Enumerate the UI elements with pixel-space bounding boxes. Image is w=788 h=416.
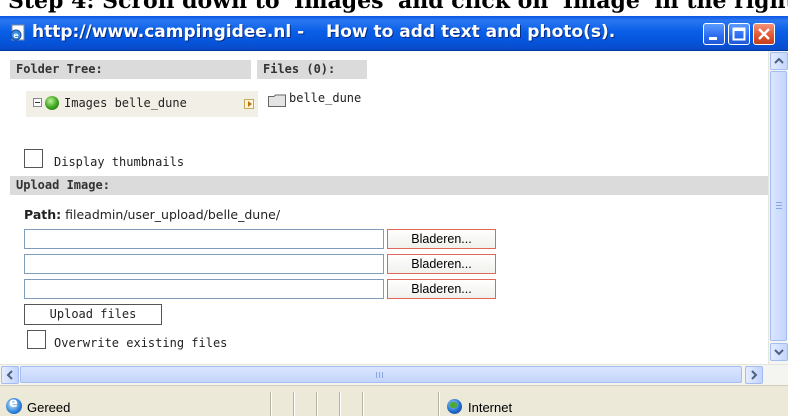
- status-text: Gereed: [27, 400, 71, 415]
- overwrite-checkbox[interactable]: [27, 330, 46, 349]
- browse-button-1[interactable]: Bladeren...: [387, 229, 496, 249]
- expand-arrow-icon[interactable]: [244, 99, 254, 109]
- chevron-down-icon: [774, 349, 784, 356]
- grip-line-icon: [376, 372, 377, 378]
- overwrite-label: Overwrite existing files: [54, 336, 228, 350]
- collapse-icon[interactable]: [33, 98, 42, 107]
- folder-icon[interactable]: [268, 94, 286, 107]
- tree-root-label[interactable]: Images belle_dune: [64, 96, 187, 110]
- folder-tree-header: Folder Tree:: [10, 60, 251, 79]
- chevron-left-icon: [6, 370, 13, 380]
- path-label: Path:: [24, 207, 62, 222]
- close-button[interactable]: [753, 23, 775, 45]
- chevron-up-icon: [774, 57, 784, 64]
- page-heading-text: Step 4: Scroll down to 'Images' and clic…: [8, 0, 788, 14]
- display-thumbnails-label: Display thumbnails: [54, 155, 185, 169]
- horizontal-scroll-thumb[interactable]: [20, 366, 742, 383]
- file-input-3[interactable]: [24, 279, 384, 299]
- browse-button-2[interactable]: Bladeren...: [387, 254, 496, 274]
- status-divider: [270, 392, 271, 416]
- grip-line-icon: [776, 202, 782, 203]
- window-title: http://www.campingidee.nl -: [32, 22, 305, 42]
- folder-label[interactable]: belle_dune: [289, 91, 361, 105]
- dialog-content: Folder Tree: Files (0): Images belle_dun…: [10, 51, 768, 364]
- vertical-scrollbar[interactable]: [768, 51, 788, 364]
- close-icon: [758, 28, 770, 40]
- display-thumbnails-checkbox[interactable]: [24, 149, 43, 168]
- grip-line-icon: [776, 208, 782, 209]
- upload-files-button[interactable]: Upload files: [24, 304, 162, 325]
- upload-path: Path: fileadmin/user_upload/belle_dune/: [24, 207, 280, 222]
- ie-icon: [6, 396, 22, 414]
- scroll-down-button[interactable]: [770, 343, 788, 361]
- vertical-scroll-thumb[interactable]: [770, 71, 787, 341]
- scroll-right-button[interactable]: [745, 366, 763, 384]
- minimize-button[interactable]: [703, 23, 725, 45]
- internet-zone-icon: [447, 399, 462, 414]
- status-divider: [293, 392, 294, 416]
- path-value: fileadmin/user_upload/belle_dune/: [65, 207, 281, 222]
- status-divider: [316, 392, 317, 416]
- scroll-left-button[interactable]: [1, 366, 19, 384]
- status-divider: [362, 392, 363, 416]
- page-heading-fragment: Step 4: Scroll down to 'Images' and clic…: [0, 0, 788, 16]
- tree-root-item[interactable]: Images belle_dune: [26, 91, 258, 117]
- svg-text:e: e: [13, 31, 19, 40]
- window-titlebar[interactable]: e http://www.campingidee.nl - How to add…: [0, 16, 788, 51]
- files-header: Files (0):: [257, 60, 367, 79]
- zone-text: Internet: [468, 400, 513, 415]
- file-input-1[interactable]: [24, 229, 384, 249]
- status-bar: Gereed Internet: [0, 385, 788, 416]
- window-subtitle: How to add text and photo(s).: [326, 22, 616, 42]
- grip-line-icon: [382, 372, 383, 378]
- ie-page-icon: e: [10, 24, 25, 41]
- globe-icon: [45, 96, 59, 110]
- status-divider: [438, 392, 439, 416]
- scroll-up-button[interactable]: [770, 52, 788, 70]
- grip-line-icon: [776, 205, 782, 206]
- maximize-icon: [732, 27, 746, 41]
- status-divider: [339, 392, 340, 416]
- minimize-icon: [709, 37, 717, 40]
- horizontal-scrollbar[interactable]: [0, 364, 788, 385]
- browse-button-3[interactable]: Bladeren...: [387, 279, 496, 299]
- chevron-right-icon: [751, 370, 758, 380]
- maximize-button[interactable]: [728, 23, 750, 45]
- file-input-2[interactable]: [24, 254, 384, 274]
- upload-image-header: Upload Image:: [10, 176, 768, 195]
- grip-line-icon: [379, 372, 380, 378]
